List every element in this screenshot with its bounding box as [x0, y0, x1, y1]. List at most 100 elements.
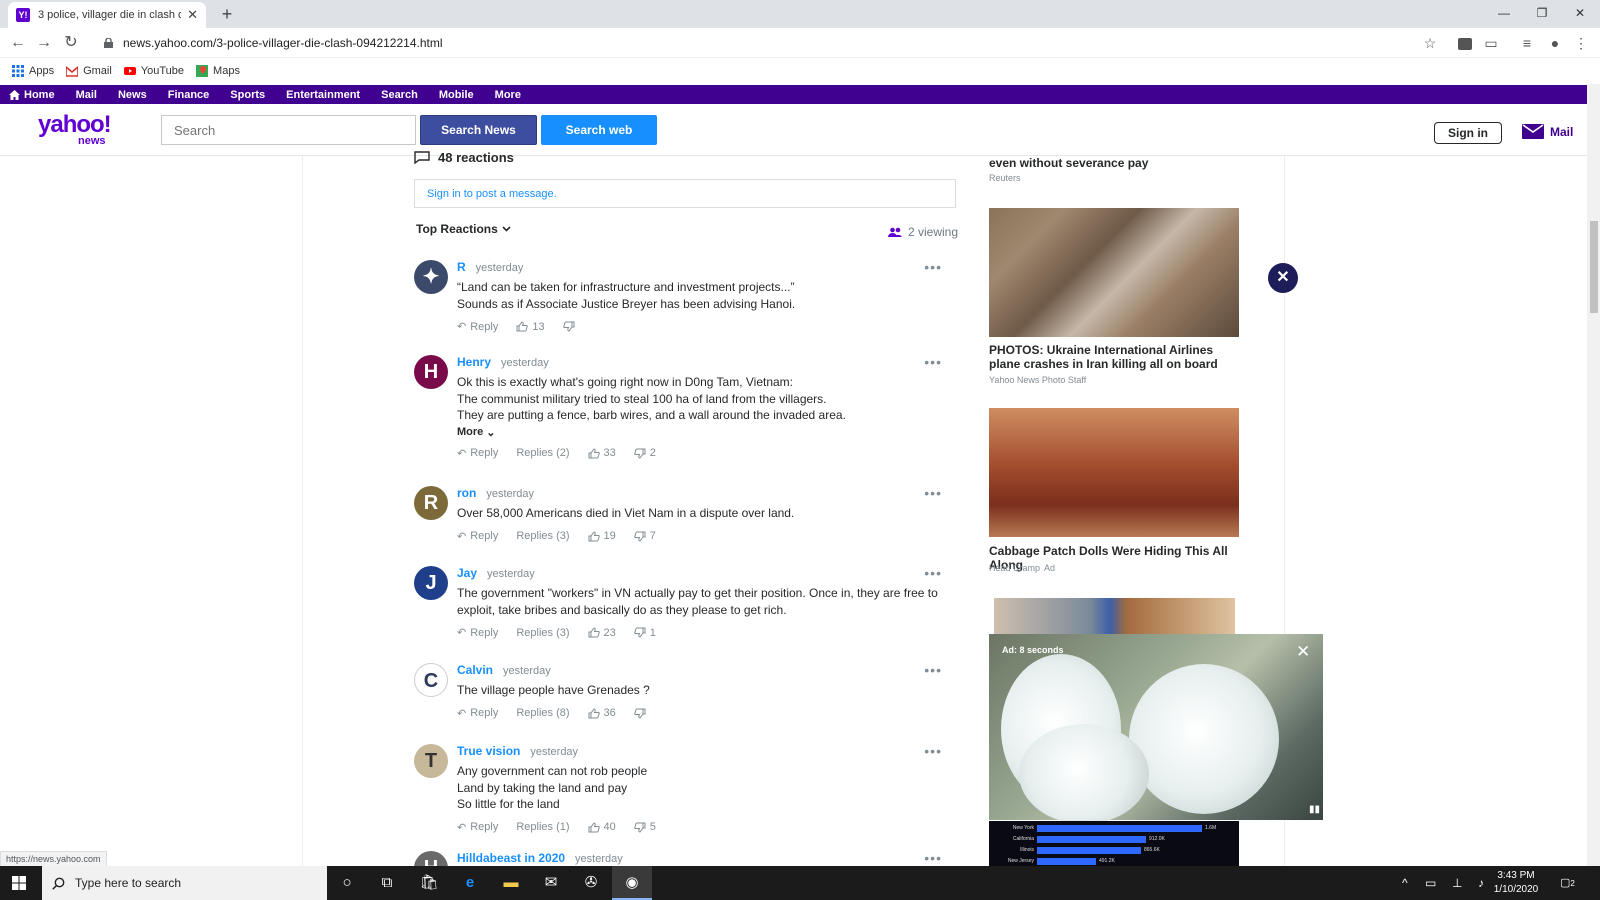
- task-view-icon[interactable]: ⧉: [367, 866, 407, 900]
- thumbs-up-button[interactable]: 23: [588, 627, 616, 639]
- rail-story-title[interactable]: even without severance pay: [989, 156, 1148, 170]
- post-message-box[interactable]: Sign in to post a message.: [414, 179, 956, 208]
- profile-avatar-icon[interactable]: ●: [1545, 33, 1565, 53]
- comment-author[interactable]: R: [457, 260, 466, 274]
- video-close-icon[interactable]: ✕: [1296, 642, 1310, 662]
- yahoo-logo[interactable]: yahoo!: [38, 113, 112, 137]
- thumbs-up-button[interactable]: 40: [588, 821, 616, 833]
- avatar-calvin[interactable]: C: [414, 663, 448, 697]
- thumbs-down-button[interactable]: 2: [634, 447, 656, 459]
- nav-news[interactable]: News: [118, 89, 147, 101]
- rail-story-title[interactable]: PHOTOS: Ukraine International Airlines p…: [989, 343, 1239, 371]
- replies-button[interactable]: Replies (8): [516, 707, 569, 719]
- avatar-henry[interactable]: H: [414, 355, 448, 389]
- reply-button[interactable]: ↶ Reply: [457, 320, 498, 334]
- window-close-button[interactable]: ✕: [1561, 0, 1599, 28]
- reply-button[interactable]: ↶ Reply: [457, 626, 498, 640]
- comment-options-icon[interactable]: •••: [924, 486, 942, 500]
- chrome-icon[interactable]: ◉: [612, 866, 652, 900]
- nav-finance[interactable]: Finance: [168, 89, 210, 101]
- file-explorer-icon[interactable]: ▬: [491, 866, 531, 900]
- bookmark-gmail[interactable]: Gmail: [66, 65, 112, 77]
- video-ad-player[interactable]: [989, 634, 1323, 824]
- nav-more[interactable]: More: [495, 89, 521, 101]
- comment-author[interactable]: True vision: [457, 744, 520, 758]
- mail-link[interactable]: Mail: [1522, 124, 1573, 139]
- sort-dropdown[interactable]: Top Reactions: [416, 222, 511, 236]
- extension-puzzle-icon[interactable]: ▭: [1481, 33, 1501, 53]
- browser-menu-icon[interactable]: ⋮: [1571, 33, 1591, 53]
- comment-options-icon[interactable]: •••: [924, 744, 942, 758]
- mail-app-icon[interactable]: ✉: [531, 866, 571, 900]
- search-input[interactable]: [161, 115, 416, 145]
- network-icon[interactable]: ⊥: [1452, 866, 1462, 900]
- replies-button[interactable]: Replies (1): [516, 821, 569, 833]
- comment-author[interactable]: ron: [457, 486, 476, 500]
- comment-author[interactable]: Jay: [457, 566, 477, 580]
- app-icon[interactable]: ✇: [571, 866, 611, 900]
- minimize-button[interactable]: —: [1485, 0, 1523, 28]
- thumbs-down-button[interactable]: 5: [634, 821, 656, 833]
- nav-home[interactable]: Home: [9, 89, 55, 101]
- sign-in-button[interactable]: Sign in: [1434, 122, 1502, 144]
- ukraine-crash-thumbnail[interactable]: [989, 208, 1239, 337]
- comment-options-icon[interactable]: •••: [924, 851, 942, 865]
- close-circle-icon[interactable]: ✕: [1268, 263, 1298, 293]
- thumbs-down-button[interactable]: 7: [634, 530, 656, 542]
- comment-options-icon[interactable]: •••: [924, 260, 942, 274]
- store-icon[interactable]: 🛍: [409, 866, 449, 900]
- bookmark-maps[interactable]: Maps: [196, 65, 240, 77]
- avatar-r[interactable]: ✦: [414, 260, 448, 294]
- comment-options-icon[interactable]: •••: [924, 355, 942, 369]
- thumbs-down-button[interactable]: 1: [634, 627, 656, 639]
- taskbar-search[interactable]: Type here to search: [42, 866, 327, 900]
- thumbs-down-button[interactable]: [562, 321, 579, 332]
- restore-button[interactable]: ❐: [1523, 0, 1561, 28]
- reply-button[interactable]: ↶ Reply: [457, 821, 498, 834]
- comment-author[interactable]: Hilldabeast in 2020: [457, 851, 565, 865]
- replies-button[interactable]: Replies (3): [516, 627, 569, 639]
- browser-tab[interactable]: Y! 3 police, villager die in clash ove ✕: [8, 2, 206, 28]
- thumbs-up-button[interactable]: 13: [516, 321, 545, 333]
- nav-entertainment[interactable]: Entertainment: [286, 89, 360, 101]
- ad-faces-thumbnail[interactable]: [994, 598, 1235, 634]
- notifications-icon[interactable]: ▢2: [1560, 866, 1575, 900]
- avatar-jay[interactable]: J: [414, 566, 448, 600]
- extension-icon[interactable]: [1455, 33, 1475, 53]
- media-queue-icon[interactable]: ≡: [1517, 33, 1537, 53]
- search-news-button[interactable]: Search News: [420, 115, 537, 145]
- bookmark-apps[interactable]: Apps: [12, 65, 54, 77]
- nav-mobile[interactable]: Mobile: [439, 89, 474, 101]
- reload-button[interactable]: ↻: [59, 31, 83, 55]
- reply-button[interactable]: ↶ Reply: [457, 447, 498, 460]
- nav-mail[interactable]: Mail: [76, 89, 97, 101]
- nav-sports[interactable]: Sports: [230, 89, 265, 101]
- avatar-truevision[interactable]: T: [414, 744, 448, 778]
- scrollbar-thumb[interactable]: [1590, 221, 1598, 313]
- tab-close-icon[interactable]: ✕: [187, 7, 198, 23]
- avatar-hilldabeast[interactable]: H: [414, 851, 448, 866]
- new-tab-button[interactable]: +: [214, 2, 240, 26]
- video-stats-icon[interactable]: ▮▮: [1309, 804, 1320, 815]
- edge-icon[interactable]: e: [450, 866, 490, 900]
- page-scrollbar[interactable]: [1587, 84, 1600, 866]
- thumbs-down-button[interactable]: [634, 708, 650, 719]
- cortana-icon[interactable]: ○: [327, 866, 367, 900]
- tray-chevron-icon[interactable]: ^: [1402, 866, 1408, 900]
- forward-button[interactable]: →: [32, 31, 56, 55]
- more-button[interactable]: More ⌄: [457, 426, 947, 439]
- volume-icon[interactable]: ♪: [1478, 866, 1484, 900]
- avatar-ron[interactable]: R: [414, 486, 448, 520]
- replies-button[interactable]: Replies (2): [516, 447, 569, 459]
- thumbs-up-button[interactable]: 36: [588, 707, 616, 719]
- comment-author[interactable]: Henry: [457, 355, 491, 369]
- battery-icon[interactable]: ▭: [1425, 866, 1436, 900]
- bookmark-star-icon[interactable]: ☆: [1420, 33, 1440, 53]
- nav-search[interactable]: Search: [381, 89, 418, 101]
- reply-button[interactable]: ↶ Reply: [457, 707, 498, 720]
- comment-options-icon[interactable]: •••: [924, 566, 942, 580]
- windows-start-icon[interactable]: [12, 876, 26, 890]
- back-button[interactable]: ←: [6, 31, 30, 55]
- comment-options-icon[interactable]: •••: [924, 663, 942, 677]
- search-web-button[interactable]: Search web: [541, 115, 657, 145]
